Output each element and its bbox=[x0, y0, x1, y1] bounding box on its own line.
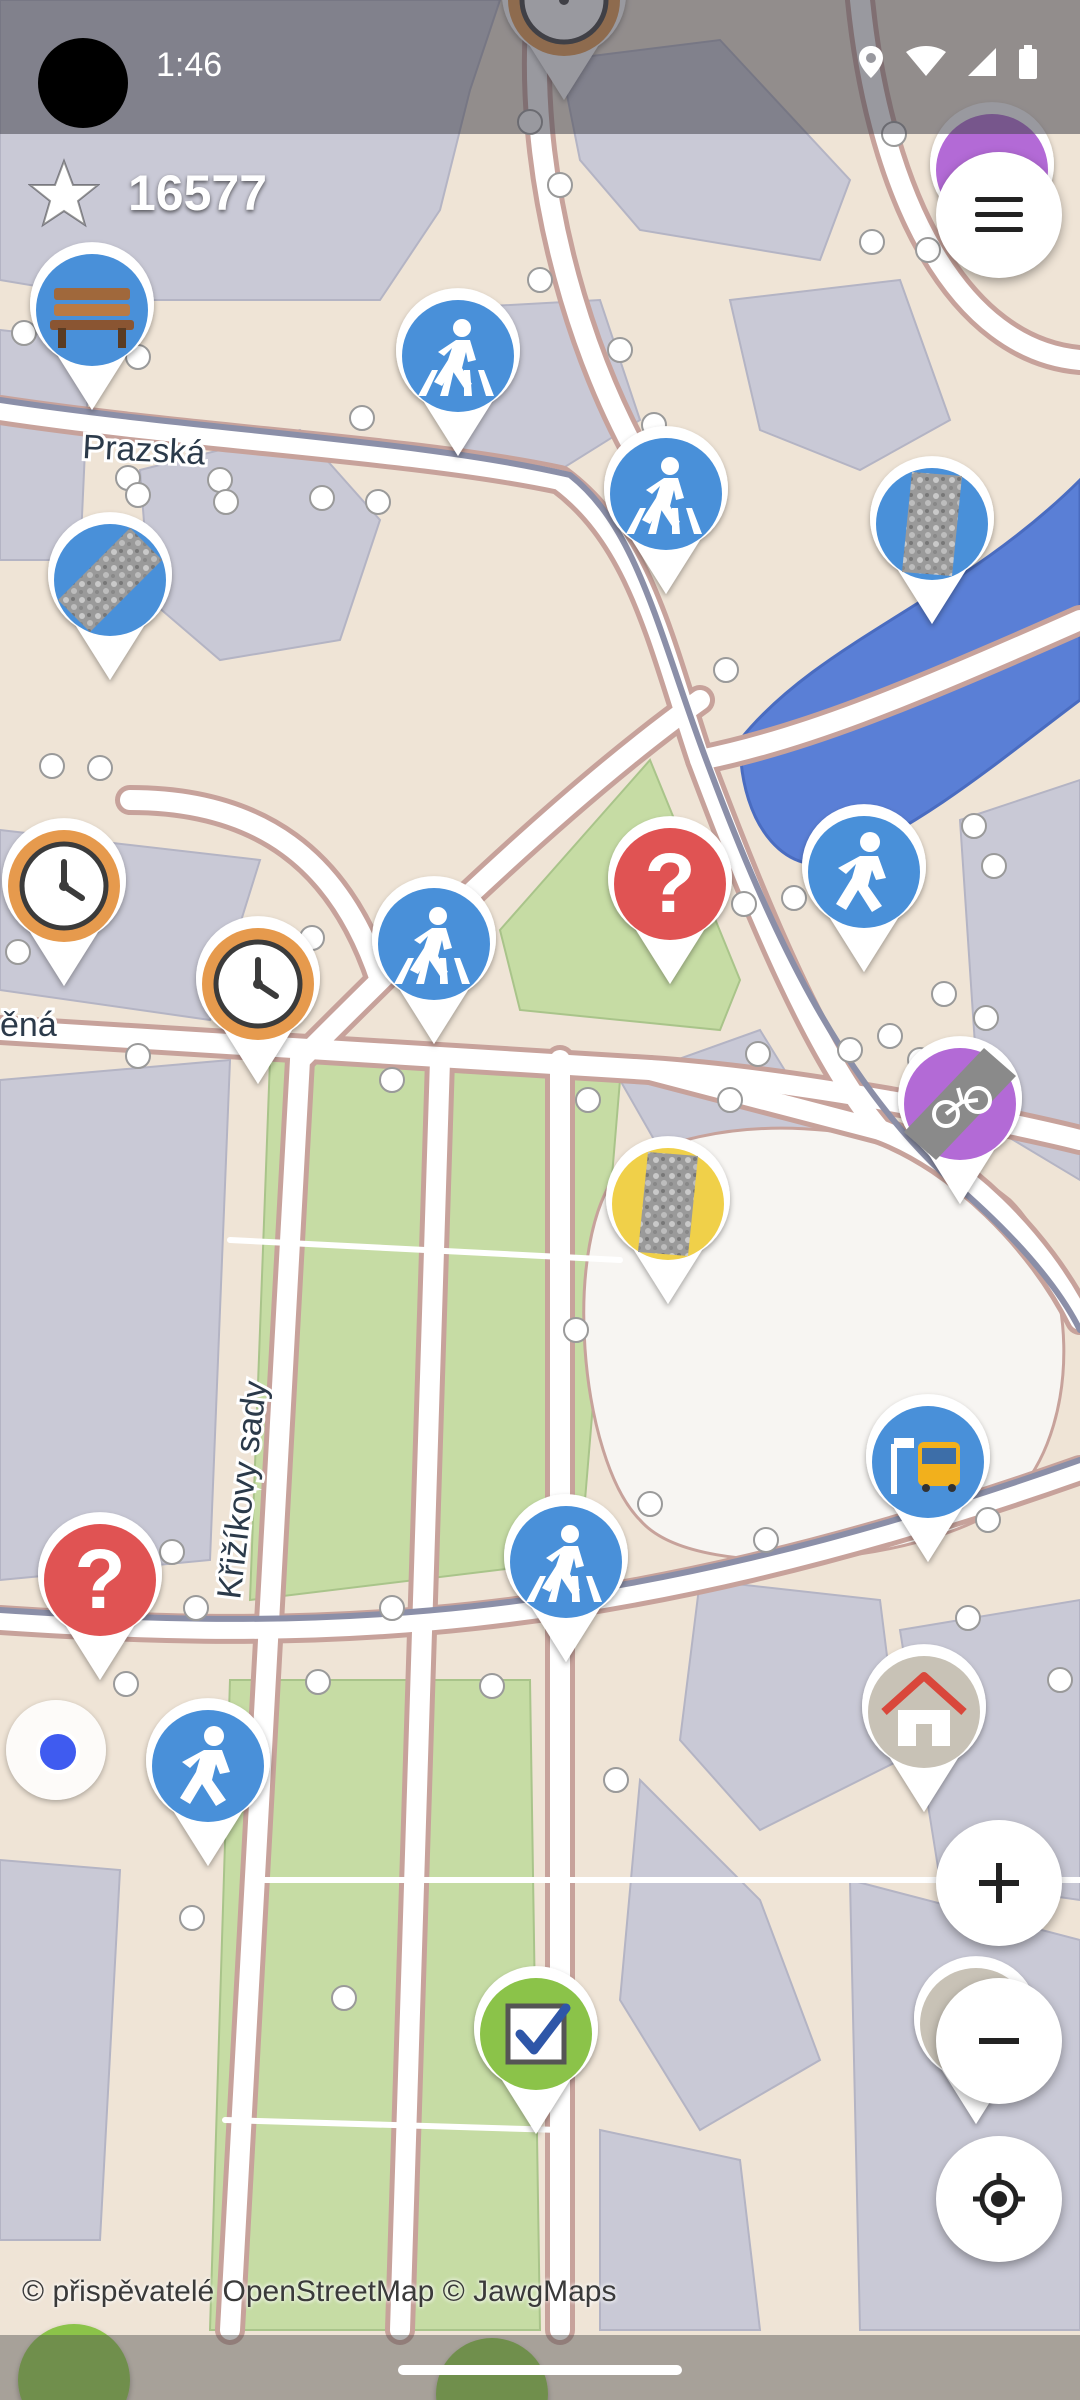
map-view[interactable]: Prazská Křižíkovy sady ěná ? ? bbox=[0, 0, 1080, 2400]
cell-signal-icon bbox=[968, 48, 996, 76]
map-attribution[interactable]: © přispěvatelé OpenStreetMap © JawgMaps bbox=[22, 2275, 617, 2309]
navigation-bar bbox=[0, 2335, 1080, 2400]
menu-icon bbox=[975, 197, 1023, 232]
battery-icon bbox=[1019, 45, 1037, 79]
street-label-prazska: Prazská bbox=[82, 428, 207, 472]
question-icon: ? bbox=[74, 1532, 125, 1626]
star-score[interactable]: 16577 bbox=[28, 158, 267, 228]
zoom-in-button[interactable] bbox=[936, 1820, 1062, 1946]
question-icon: ? bbox=[644, 836, 695, 930]
surface-gravel-icon bbox=[638, 1152, 698, 1256]
star-icon bbox=[28, 158, 100, 228]
clock-icon bbox=[19, 841, 109, 931]
minus-icon bbox=[979, 2038, 1019, 2044]
wifi-icon bbox=[906, 46, 946, 76]
menu-button[interactable] bbox=[936, 152, 1062, 278]
user-location-indicator bbox=[6, 1700, 106, 1800]
clock-icon bbox=[213, 939, 303, 1029]
star-count: 16577 bbox=[128, 165, 268, 221]
user-location-dot bbox=[36, 1730, 80, 1774]
camera-cutout bbox=[38, 38, 128, 128]
plus-icon bbox=[979, 1863, 1019, 1903]
zoom-out-button[interactable] bbox=[936, 1978, 1062, 2104]
status-time: 1:46 bbox=[156, 46, 223, 84]
status-icons bbox=[856, 44, 1038, 80]
surface-gravel-icon bbox=[902, 472, 962, 576]
street-label-partial: ěná bbox=[0, 1006, 57, 1044]
locate-me-button[interactable] bbox=[936, 2136, 1062, 2262]
status-bar: 1:46 bbox=[0, 0, 1080, 134]
home-gesture-handle[interactable] bbox=[398, 2365, 682, 2375]
gps-crosshair-icon bbox=[973, 2173, 1025, 2225]
checkbox-icon bbox=[505, 2003, 571, 2065]
location-icon bbox=[859, 46, 883, 78]
